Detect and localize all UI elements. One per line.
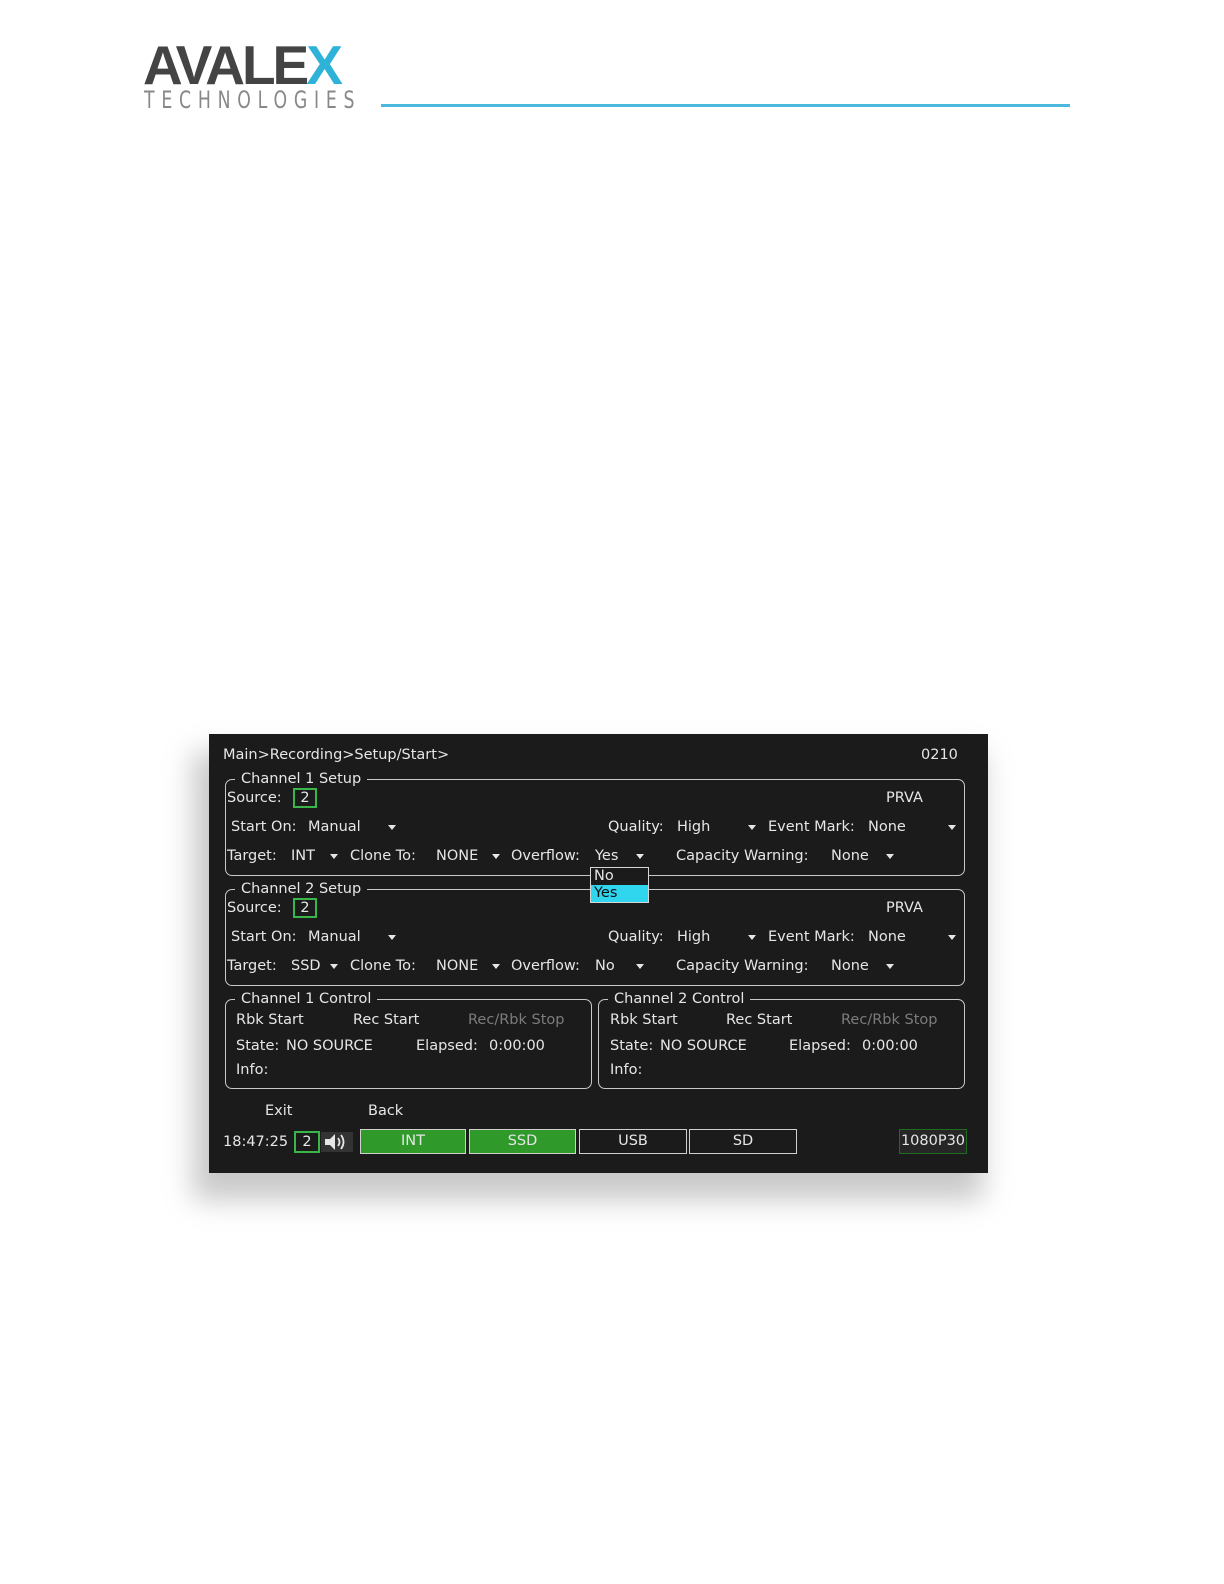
target-ssd[interactable]: SSD [469, 1129, 576, 1154]
exit-button[interactable]: Exit [265, 1103, 292, 1120]
ch1-overflow-value[interactable]: Yes [595, 848, 618, 865]
ch1-quality-label: Quality: [608, 819, 664, 835]
ch2-event-mark-value[interactable]: None [868, 929, 906, 946]
ch1-overflow-label: Overflow: [511, 848, 580, 864]
ch2-start-on-value[interactable]: Manual [308, 929, 361, 946]
ch1-rbk-start-button[interactable]: Rbk Start [236, 1012, 304, 1029]
target-usb[interactable]: USB [579, 1129, 687, 1154]
ch2-mode: PRVA [886, 900, 923, 916]
target-int[interactable]: INT [360, 1129, 466, 1154]
ch2-capacity-label: Capacity Warning: [676, 958, 809, 974]
ch2-clone-value[interactable]: NONE [436, 958, 478, 975]
ch1-state-value: NO SOURCE [286, 1038, 373, 1054]
chevron-down-icon[interactable] [886, 854, 894, 859]
ch2-rbk-start-button[interactable]: Rbk Start [610, 1012, 678, 1029]
chevron-down-icon[interactable] [330, 964, 338, 969]
ch2-elapsed-label: Elapsed: [789, 1038, 851, 1054]
channel2-control-title: Channel 2 Control [608, 991, 751, 1008]
avalex-logo: AVALEX TECHNOLOGIES [143, 38, 358, 114]
header-rule [381, 104, 1070, 107]
ch2-capacity-value[interactable]: None [831, 958, 869, 975]
ch2-target-value[interactable]: SSD [291, 958, 321, 975]
ch2-start-on-label: Start On: [231, 929, 297, 945]
ch2-state-value: NO SOURCE [660, 1038, 747, 1054]
overflow-option-no[interactable]: No [591, 868, 648, 885]
breadcrumb: Main>Recording>Setup/Start> [223, 747, 450, 763]
ch1-target-value[interactable]: INT [291, 848, 315, 865]
ch2-state-label: State: [610, 1038, 654, 1054]
target-sd[interactable]: SD [689, 1129, 797, 1154]
speaker-icon[interactable] [321, 1132, 353, 1152]
clock: 18:47:25 [223, 1134, 289, 1150]
ch1-source-label: Source: [227, 790, 282, 806]
ch2-event-mark-label: Event Mark: [768, 929, 855, 945]
chevron-down-icon[interactable] [388, 825, 396, 830]
ch2-source-value[interactable]: 2 [293, 898, 317, 918]
status-source: 2 [294, 1131, 320, 1153]
chevron-down-icon[interactable] [748, 935, 756, 940]
channel1-control-title: Channel 1 Control [235, 991, 378, 1008]
ch1-target-label: Target: [227, 848, 277, 864]
ch1-start-on-label: Start On: [231, 819, 297, 835]
ch1-info-label: Info: [236, 1062, 269, 1078]
ch1-start-on-value[interactable]: Manual [308, 819, 361, 836]
ch1-event-mark-value[interactable]: None [868, 819, 906, 836]
channel1-setup-title: Channel 1 Setup [235, 771, 368, 788]
ch1-capacity-value[interactable]: None [831, 848, 869, 865]
ch2-source-label: Source: [227, 900, 282, 916]
ch2-elapsed-value: 0:00:00 [862, 1038, 918, 1054]
ch1-clone-value[interactable]: NONE [436, 848, 478, 865]
ch2-overflow-label: Overflow: [511, 958, 580, 974]
chevron-down-icon[interactable] [636, 854, 644, 859]
chevron-down-icon[interactable] [886, 964, 894, 969]
ch1-quality-value[interactable]: High [677, 819, 710, 836]
ch1-state-label: State: [236, 1038, 280, 1054]
chevron-down-icon[interactable] [636, 964, 644, 969]
logo-tagline: TECHNOLOGIES [144, 86, 362, 114]
ch1-event-mark-label: Event Mark: [768, 819, 855, 835]
ch2-target-label: Target: [227, 958, 277, 974]
ch2-quality-label: Quality: [608, 929, 664, 945]
chevron-down-icon[interactable] [748, 825, 756, 830]
ch1-rec-start-button[interactable]: Rec Start [353, 1012, 419, 1029]
ch1-mode: PRVA [886, 790, 923, 806]
ch1-elapsed-value: 0:00:00 [489, 1038, 545, 1054]
ch2-clone-label: Clone To: [350, 958, 416, 974]
ch1-clone-label: Clone To: [350, 848, 416, 864]
channel2-setup-title: Channel 2 Setup [235, 881, 368, 898]
ch1-elapsed-label: Elapsed: [416, 1038, 478, 1054]
overflow-option-yes[interactable]: Yes [591, 885, 648, 902]
chevron-down-icon[interactable] [388, 935, 396, 940]
ch2-quality-value[interactable]: High [677, 929, 710, 946]
chevron-down-icon[interactable] [492, 964, 500, 969]
resolution-badge: 1080P30 [899, 1129, 967, 1154]
chevron-down-icon[interactable] [948, 935, 956, 940]
screen-code: 0210 [921, 747, 958, 763]
chevron-down-icon[interactable] [330, 854, 338, 859]
ch2-info-label: Info: [610, 1062, 643, 1078]
overflow-dropdown: No Yes [590, 867, 649, 903]
chevron-down-icon[interactable] [948, 825, 956, 830]
ch2-stop-button[interactable]: Rec/Rbk Stop [841, 1012, 937, 1029]
ch2-overflow-value[interactable]: No [595, 958, 615, 975]
back-button[interactable]: Back [368, 1103, 403, 1120]
ch1-source-value[interactable]: 2 [293, 788, 317, 808]
recorder-screen: Main>Recording>Setup/Start> 0210 Channel… [209, 734, 988, 1173]
ch1-stop-button[interactable]: Rec/Rbk Stop [468, 1012, 564, 1029]
ch1-capacity-label: Capacity Warning: [676, 848, 809, 864]
chevron-down-icon[interactable] [492, 854, 500, 859]
ch2-rec-start-button[interactable]: Rec Start [726, 1012, 792, 1029]
